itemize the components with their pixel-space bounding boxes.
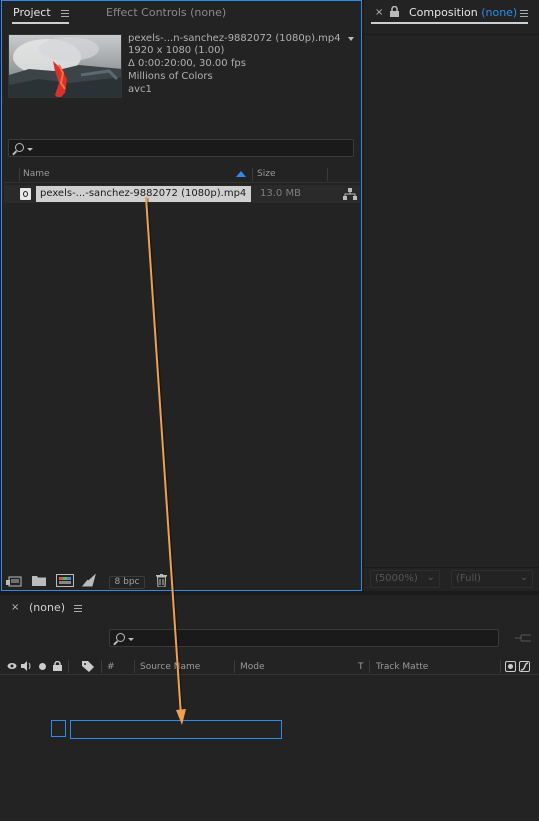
column-header-number[interactable]: #: [107, 662, 115, 672]
project-panel: Project Effect Controls (none) pexels-..…: [1, 0, 362, 591]
solo-icon[interactable]: [39, 663, 46, 670]
column-header-row: [4, 166, 360, 183]
project-search-input[interactable]: [8, 139, 354, 157]
timeline-header-row: [0, 658, 539, 675]
composition-panel: × Composition (none) (5000%) ⌄ (Full) ⌄: [364, 0, 539, 591]
column-header-size[interactable]: Size: [257, 169, 275, 179]
tab-timeline[interactable]: (none): [29, 601, 65, 614]
active-tab-underline: [12, 22, 69, 24]
row-size: 13.0 MB: [260, 188, 301, 199]
composition-tab-label: Composition: [409, 6, 478, 19]
panel-divider[interactable]: [0, 591, 539, 595]
column-header-mode[interactable]: Mode: [240, 662, 265, 672]
eye-icon[interactable]: [7, 662, 17, 673]
label-tag-icon[interactable]: [82, 661, 94, 675]
table-row[interactable]: pexels-...-sanchez-9882072 (1080p).mp4 1…: [4, 185, 360, 203]
footage-dimensions: 1920 x 1080 (1.00): [128, 45, 225, 56]
footage-codec: avc1: [128, 84, 152, 95]
close-timeline-icon[interactable]: ×: [11, 602, 19, 613]
drop-target-layer[interactable]: [70, 720, 282, 739]
search-icon: [116, 633, 125, 642]
column-header-source-name[interactable]: Source Name: [140, 662, 200, 672]
search-dropdown-icon[interactable]: [27, 148, 33, 151]
footage-duration: Δ 0:00:20:00, 30.00 fps: [128, 58, 246, 69]
new-folder-icon[interactable]: [32, 575, 46, 589]
graph-editor-icon[interactable]: [519, 661, 530, 672]
interpret-footage-icon[interactable]: [6, 575, 22, 590]
timeline-panel: × (none) # Source Name Mode T Track Matt…: [0, 595, 539, 821]
audio-icon[interactable]: [21, 661, 32, 674]
footage-file-icon: [20, 188, 31, 200]
footage-dropdown-icon[interactable]: [348, 37, 354, 41]
adobe-media-encoder-icon[interactable]: [81, 573, 96, 590]
timeline-search-input[interactable]: [109, 629, 499, 647]
new-composition-icon[interactable]: [56, 574, 74, 590]
tab-project[interactable]: Project: [13, 6, 51, 19]
footage-thumbnail: [8, 34, 122, 98]
tab-composition[interactable]: Composition (none): [409, 6, 517, 19]
tab-effect-controls[interactable]: Effect Controls (none): [106, 6, 226, 19]
column-header-track-matte[interactable]: Track Matte: [376, 662, 428, 672]
composition-tab-value: (none): [481, 6, 518, 19]
footage-colors: Millions of Colors: [128, 71, 213, 82]
chevron-down-icon: ⌄: [426, 572, 435, 583]
drop-indicator-box: [51, 720, 66, 737]
column-header-name[interactable]: Name: [23, 169, 50, 179]
chevron-down-icon: ⌄: [519, 572, 528, 583]
project-menu-icon[interactable]: [61, 10, 69, 17]
lock-icon[interactable]: [390, 5, 399, 20]
resolution-value: (Full): [456, 573, 481, 584]
timeline-menu-icon[interactable]: [74, 605, 82, 612]
composition-menu-icon[interactable]: [520, 10, 528, 17]
close-composition-icon[interactable]: ×: [375, 7, 383, 18]
row-name[interactable]: pexels-...-sanchez-9882072 (1080p).mp4: [36, 186, 251, 202]
column-header-t[interactable]: T: [358, 662, 364, 672]
lock-icon[interactable]: [53, 660, 62, 674]
motion-blur-icon[interactable]: [505, 661, 516, 672]
bit-depth-button[interactable]: 8 bpc: [109, 576, 145, 589]
flowchart-icon[interactable]: [343, 188, 357, 203]
active-tab-underline: [371, 22, 528, 24]
magnification-value: (5000%): [375, 573, 418, 584]
sort-ascending-icon[interactable]: [236, 171, 246, 177]
delete-icon[interactable]: [156, 574, 167, 590]
comp-flowchart-icon[interactable]: [515, 633, 531, 646]
resolution-dropdown[interactable]: (Full) ⌄: [451, 570, 533, 588]
magnification-dropdown[interactable]: (5000%) ⌄: [370, 570, 440, 588]
footage-name: pexels-...n-sanchez-9882072 (1080p).mp4: [128, 33, 341, 44]
search-dropdown-icon[interactable]: [128, 638, 134, 641]
search-icon: [15, 143, 24, 152]
